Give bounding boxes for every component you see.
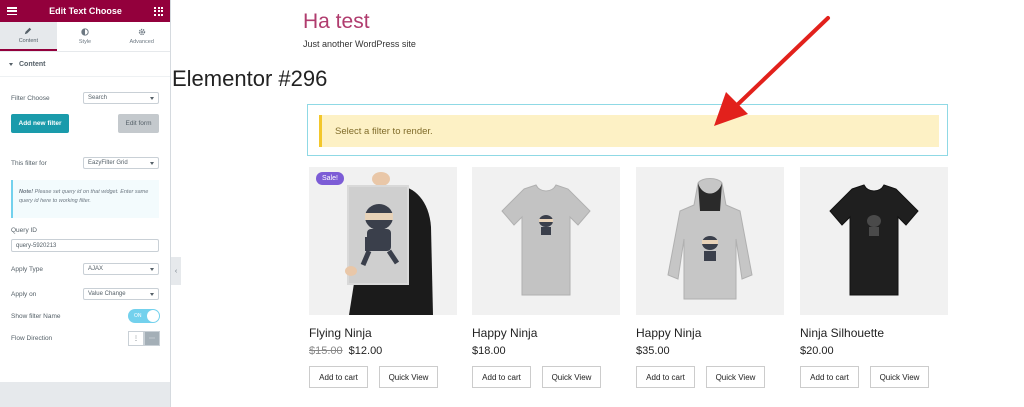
product-actions: Add to cart Quick View xyxy=(472,366,620,388)
current-price: $18.00 xyxy=(472,345,506,357)
hoodie-illustration xyxy=(667,178,753,300)
filter-for-select[interactable]: EazyFilter Grid xyxy=(83,157,159,169)
add-to-cart-button[interactable]: Add to cart xyxy=(309,366,368,388)
chevron-down-icon xyxy=(150,293,154,296)
filter-for-label: This filter for xyxy=(11,160,47,167)
apply-type-select[interactable]: AJAX xyxy=(83,263,159,275)
apply-type-value: AJAX xyxy=(88,266,104,272)
add-new-filter-button[interactable]: Add new filter xyxy=(11,114,69,133)
product-name[interactable]: Happy Ninja xyxy=(472,326,620,340)
product-price: $20.00 xyxy=(800,345,948,357)
product-actions: Add to cart Quick View xyxy=(800,366,948,388)
edit-form-button[interactable]: Edit form xyxy=(118,114,159,133)
panel-tabs: Content Style Advanced xyxy=(0,22,170,52)
current-price: $20.00 xyxy=(800,345,834,357)
tab-style-label: Style xyxy=(78,39,92,45)
show-filter-name-toggle[interactable]: ON xyxy=(128,309,160,323)
product-name[interactable]: Flying Ninja xyxy=(309,326,457,340)
product-price: $35.00 xyxy=(636,345,784,357)
menu-icon[interactable] xyxy=(7,7,17,15)
panel-title: Edit Text Choose xyxy=(49,6,122,16)
tab-content[interactable]: Content xyxy=(0,22,57,51)
toggle-state-text: ON xyxy=(134,313,142,319)
site-title[interactable]: Ha test xyxy=(303,10,370,34)
current-price: $35.00 xyxy=(636,345,670,357)
product-price: $15.00 $12.00 xyxy=(309,345,457,357)
note-text: Please set query id on that widget. Ente… xyxy=(19,189,149,204)
tab-advanced-label: Advanced xyxy=(129,39,154,45)
filter-choose-select[interactable]: Search xyxy=(83,92,159,104)
apply-on-value: Value Change xyxy=(88,291,126,297)
apply-type-label: Apply Type xyxy=(11,266,44,273)
flow-vertical-button[interactable]: ⋮ xyxy=(128,331,144,346)
product-actions: Add to cart Quick View xyxy=(309,366,457,388)
query-id-input[interactable]: query-5920213 xyxy=(11,239,159,252)
caret-down-icon xyxy=(9,62,13,66)
quick-view-button[interactable]: Quick View xyxy=(870,366,929,388)
add-to-cart-button[interactable]: Add to cart xyxy=(472,366,531,388)
note-bold: Note! xyxy=(19,189,34,195)
product-card: Ninja Silhouette $20.00 Add to cart Quic… xyxy=(800,167,948,388)
product-image[interactable] xyxy=(472,167,620,315)
filter-choose-value: Search xyxy=(88,95,108,101)
product-actions: Add to cart Quick View xyxy=(636,366,784,388)
filter-choose-label: Filter Choose xyxy=(11,95,50,102)
panel-collapse-handle[interactable]: ‹ xyxy=(171,257,181,285)
product-card: Happy Ninja $18.00 Add to cart Quick Vie… xyxy=(472,167,620,388)
gear-icon xyxy=(138,28,145,36)
apply-on-select[interactable]: Value Change xyxy=(83,288,159,300)
black-tshirt-illustration xyxy=(829,184,919,296)
grey-tshirt-illustration xyxy=(501,184,591,296)
old-price: $15.00 xyxy=(309,345,343,357)
tab-advanced[interactable]: Advanced xyxy=(113,22,170,51)
chevron-down-icon xyxy=(150,97,154,100)
toggle-knob xyxy=(147,310,159,322)
filter-widget[interactable]: Select a filter to render. xyxy=(307,104,948,156)
red-arrow-annotation xyxy=(714,16,830,126)
product-card: Happy Ninja $35.00 Add to cart Quick Vie… xyxy=(636,167,784,388)
quick-view-button[interactable]: Quick View xyxy=(379,366,438,388)
show-filter-name-label: Show filter Name xyxy=(11,313,61,320)
filter-for-value: EazyFilter Grid xyxy=(88,160,128,166)
query-id-note: Note! Please set query id on that widget… xyxy=(11,180,159,218)
product-image[interactable] xyxy=(800,167,948,315)
flow-horizontal-button[interactable]: ⋯ xyxy=(144,331,160,346)
panel-header: Edit Text Choose xyxy=(0,0,170,22)
site-tagline: Just another WordPress site xyxy=(303,39,416,49)
product-name[interactable]: Ninja Silhouette xyxy=(800,326,948,340)
widgets-grid-icon[interactable] xyxy=(154,6,163,16)
add-to-cart-button[interactable]: Add to cart xyxy=(636,366,695,388)
filter-alert: Select a filter to render. xyxy=(319,115,939,147)
quick-view-button[interactable]: Quick View xyxy=(706,366,765,388)
pencil-icon xyxy=(25,27,32,35)
product-name[interactable]: Happy Ninja xyxy=(636,326,784,340)
product-image[interactable] xyxy=(636,167,784,315)
half-circle-icon xyxy=(81,28,89,36)
query-id-label: Query ID xyxy=(11,227,38,234)
flow-direction-choices: ⋮ ⋯ xyxy=(128,331,160,346)
page-title: Elementor #296 xyxy=(172,66,328,91)
section-content-toggle[interactable]: Content xyxy=(0,52,170,77)
ninja-poster-illustration xyxy=(309,167,457,315)
flow-direction-label: Flow Direction xyxy=(11,335,53,342)
chevron-down-icon xyxy=(150,268,154,271)
section-title: Content xyxy=(19,60,46,68)
apply-on-label: Apply on xyxy=(11,291,37,298)
product-price: $18.00 xyxy=(472,345,620,357)
quick-view-button[interactable]: Quick View xyxy=(542,366,601,388)
tab-content-label: Content xyxy=(18,38,38,44)
elementor-panel: Edit Text Choose Content Style Advanced xyxy=(0,0,171,407)
product-card: Sale! Flying Ninja $15.00 $12.00 Add to c… xyxy=(309,167,457,388)
chevron-down-icon xyxy=(150,162,154,165)
add-to-cart-button[interactable]: Add to cart xyxy=(800,366,859,388)
tab-style[interactable]: Style xyxy=(57,22,114,51)
sale-badge: Sale! xyxy=(316,172,344,185)
product-image[interactable]: Sale! xyxy=(309,167,457,315)
current-price: $12.00 xyxy=(348,345,383,357)
